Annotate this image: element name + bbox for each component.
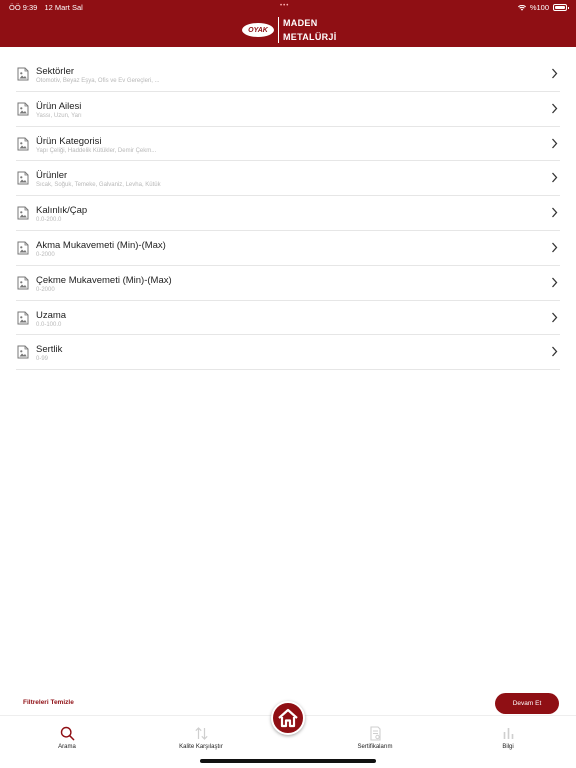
filter-row-5[interactable]: Kalınlık/Çap 0.0-200.0	[16, 196, 560, 231]
continue-button[interactable]: Devam Et	[495, 693, 559, 714]
filter-subtitle: Yapı Çeliği, Haddelik Kütükler, Demir Çe…	[36, 147, 157, 154]
filter-row-9[interactable]: Sertlik 0-99	[16, 335, 560, 371]
chevron-right-icon	[552, 277, 558, 288]
top-bar: ÖÖ 9:39 12 Mart Sal ••• %100 OYAK MADEN …	[0, 0, 576, 47]
image-placeholder-icon	[17, 345, 29, 359]
filter-title: Akma Mukavemeti (Min)-(Max)	[36, 239, 166, 251]
chevron-right-icon	[552, 68, 558, 79]
home-indicator[interactable]	[200, 759, 376, 763]
battery-icon	[553, 4, 569, 11]
filter-row-7[interactable]: Çekme Mukavemeti (Min)-(Max) 0-2000	[16, 266, 560, 301]
home-icon	[278, 708, 298, 728]
status-bar-right: %100	[517, 3, 569, 12]
image-placeholder-icon	[17, 311, 29, 325]
wifi-icon	[517, 4, 526, 11]
clear-filters-link[interactable]: Filtreleri Temizle	[23, 699, 74, 706]
chevron-right-icon	[552, 207, 558, 218]
multitask-dots[interactable]: •••	[280, 3, 289, 9]
oyak-logo-oval: OYAK	[242, 23, 274, 37]
logo-line-1: MADEN	[283, 18, 318, 28]
filter-subtitle: 0.0-100.0	[36, 321, 62, 328]
filter-title: Ürün Ailesi	[36, 100, 82, 112]
image-placeholder-icon	[17, 241, 29, 255]
chevron-right-icon	[552, 103, 558, 114]
filter-subtitle: 0.0-200.0	[36, 217, 62, 224]
filter-list: Sektörler Otomotiv, Beyaz Eşya, Ofis ve …	[16, 57, 560, 371]
filter-title: Ürün Kategorisi	[36, 135, 102, 147]
tab-bilgi[interactable]: Bilgi	[468, 726, 548, 750]
filter-subtitle: Otomotiv, Beyaz Eşya, Ofis ve Ev Gereçle…	[36, 78, 160, 84]
swap-arrows-icon	[194, 727, 208, 740]
filter-row-2[interactable]: Ürün Ailesi Yassı, Uzun, Yarı	[16, 92, 560, 127]
chevron-right-icon	[552, 138, 558, 149]
status-time: ÖÖ 9:39	[9, 3, 38, 12]
tab-label: Sertifikalarım	[357, 744, 393, 750]
tab-label: Bilgi	[502, 744, 514, 750]
filter-title: Kalınlık/Çap	[36, 205, 88, 217]
filter-row-8[interactable]: Uzama 0.0-100.0	[16, 301, 560, 336]
filter-subtitle: Sıcak, Soğuk, Temeke, Galvaniz, Levha, K…	[36, 182, 161, 189]
filter-subtitle: Yassı, Uzun, Yarı	[36, 112, 82, 119]
logo-line-2: METALÜRJİ	[283, 32, 337, 42]
status-date: 12 Mart Sal	[44, 3, 83, 12]
filter-row-3[interactable]: Ürün Kategorisi Yapı Çeliği, Haddelik Kü…	[16, 127, 560, 162]
tab-label: Kalite Karşılaştır	[179, 744, 223, 750]
filter-row-1[interactable]: Sektörler Otomotiv, Beyaz Eşya, Ofis ve …	[16, 57, 560, 92]
filter-title: Uzama	[36, 309, 67, 321]
filter-title: Sertlik	[36, 344, 63, 356]
filter-subtitle: 0-2000	[36, 251, 55, 258]
filter-subtitle: 0-2000	[36, 286, 55, 293]
certificate-icon	[369, 726, 381, 741]
bar-chart-icon	[503, 728, 513, 739]
filter-title: Çekme Mukavemeti (Min)-(Max)	[36, 274, 172, 286]
chevron-right-icon	[552, 346, 558, 357]
chevron-right-icon	[552, 312, 558, 323]
logo-text: MADEN METALÜRJİ	[283, 16, 337, 44]
filter-row-6[interactable]: Akma Mukavemeti (Min)-(Max) 0-2000	[16, 231, 560, 266]
chevron-right-icon	[552, 172, 558, 183]
filter-subtitle: 0-99	[36, 356, 49, 363]
image-placeholder-icon	[17, 67, 29, 81]
tab-kalite-karsilastir[interactable]: Kalite Karşılaştır	[161, 726, 241, 750]
status-bar-left: ÖÖ 9:39 12 Mart Sal	[9, 3, 83, 12]
logo-divider	[278, 17, 279, 43]
filter-row-4[interactable]: Ürünler Sıcak, Soğuk, Temeke, Galvaniz, …	[16, 161, 560, 197]
home-button[interactable]	[271, 701, 305, 735]
tab-label: Arama	[58, 744, 76, 750]
image-placeholder-icon	[17, 206, 29, 220]
chevron-right-icon	[552, 242, 558, 253]
filter-title: Sektörler	[36, 66, 75, 77]
search-icon	[60, 726, 74, 741]
brand-logo: OYAK MADEN METALÜRJİ	[242, 16, 337, 44]
tab-sertifikalarim[interactable]: Sertifikalarım	[335, 726, 415, 750]
battery-percent: %100	[529, 3, 549, 12]
image-placeholder-icon	[17, 276, 29, 290]
image-placeholder-icon	[17, 102, 29, 116]
image-placeholder-icon	[17, 137, 29, 151]
image-placeholder-icon	[17, 171, 29, 185]
filter-title: Ürünler	[36, 170, 68, 182]
tab-arama[interactable]: Arama	[27, 726, 107, 750]
